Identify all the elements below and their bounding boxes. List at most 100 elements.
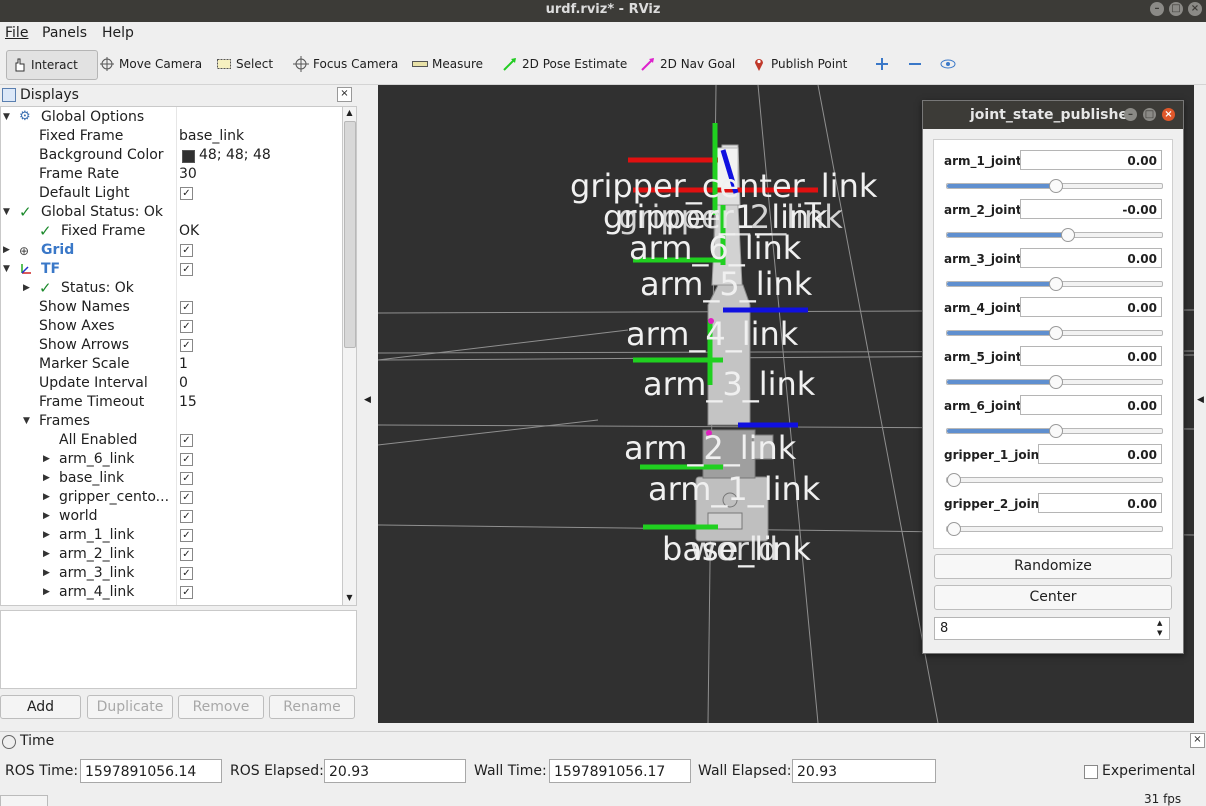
joint-value-field[interactable]: 0.00 (1020, 150, 1162, 170)
grid-checkbox[interactable]: ✓ (180, 244, 193, 257)
frame-checkbox[interactable]: ✓ (180, 453, 193, 466)
joint-value-field[interactable]: 0.00 (1038, 444, 1162, 464)
publish-point-tool-button[interactable]: Publish Point (747, 50, 851, 78)
wall-time-field[interactable]: 1597891056.17 (549, 759, 691, 783)
move-camera-tool-button[interactable]: Move Camera (95, 50, 206, 78)
frame-checkbox[interactable]: ✓ (180, 472, 193, 485)
tree-row-update-interval[interactable]: Update Interval 0 (1, 374, 342, 393)
collapse-arrow-icon[interactable]: ▶ (43, 450, 50, 469)
tree-row-default-light[interactable]: Default Light ✓ (1, 184, 342, 203)
tree-row-marker-scale[interactable]: Marker Scale 1 (1, 355, 342, 374)
tree-row-frame[interactable]: ▶ arm_2_link ✓ (1, 545, 342, 564)
color-swatch[interactable] (182, 150, 195, 163)
all-enabled-checkbox[interactable]: ✓ (180, 434, 193, 447)
spin-up-icon[interactable]: ▲ (1157, 618, 1162, 628)
left-splitter[interactable]: ◀ (357, 85, 378, 723)
tree-row-frames[interactable]: ▼ Frames (1, 412, 342, 431)
tree-scrollbar[interactable]: ▲ ▼ (342, 106, 357, 606)
close-icon[interactable]: × (1162, 108, 1175, 121)
tree-row-frame[interactable]: ▶ arm_3_link ✓ (1, 564, 342, 583)
joint-value-field[interactable]: 0.00 (1020, 297, 1162, 317)
expand-arrow-icon[interactable]: ▼ (3, 260, 10, 279)
fixed-frame-value[interactable]: base_link (179, 127, 244, 146)
joint-slider-handle[interactable] (947, 473, 961, 487)
ros-elapsed-field[interactable]: 20.93 (324, 759, 466, 783)
tree-row-frame[interactable]: ▶ gripper_cento... ✓ (1, 488, 342, 507)
joint-value-field[interactable]: 0.00 (1020, 248, 1162, 268)
reset-button[interactable] (0, 795, 48, 806)
joint-slider[interactable] (946, 473, 1163, 487)
tree-row-tf[interactable]: ▼ TF ✓ (1, 260, 342, 279)
tree-row-grid[interactable]: ▶ ⊕ Grid ✓ (1, 241, 342, 260)
tree-row-frame-timeout[interactable]: Frame Timeout 15 (1, 393, 342, 412)
tree-row-frame[interactable]: ▶ base_link ✓ (1, 469, 342, 488)
joint-slider-handle[interactable] (1048, 326, 1063, 340)
interact-tool-button[interactable]: Interact (6, 50, 98, 80)
collapse-arrow-icon[interactable]: ▶ (3, 241, 10, 260)
frame-checkbox[interactable]: ✓ (180, 586, 193, 599)
view-options-button[interactable] (936, 50, 960, 78)
focus-camera-tool-button[interactable]: Focus Camera (289, 50, 402, 78)
experimental-checkbox[interactable] (1084, 765, 1098, 779)
add-tool-button[interactable] (870, 50, 894, 78)
tree-row-background-color[interactable]: Background Color 48; 48; 48 (1, 146, 342, 165)
collapse-arrow-icon[interactable]: ▶ (43, 507, 50, 526)
show-axes-checkbox[interactable]: ✓ (180, 320, 193, 333)
measure-tool-button[interactable]: Measure (408, 50, 487, 78)
collapse-arrow-icon[interactable]: ▶ (23, 279, 30, 298)
joint-slider-handle[interactable] (1061, 228, 1076, 242)
frame-checkbox[interactable]: ✓ (180, 529, 193, 542)
tree-row-show-names[interactable]: Show Names ✓ (1, 298, 342, 317)
spinbox[interactable]: 8 ▲ ▼ (934, 617, 1170, 640)
joint-slider[interactable] (946, 277, 1163, 291)
joint-slider-handle[interactable] (947, 522, 961, 536)
collapse-arrow-icon[interactable]: ▶ (43, 488, 50, 507)
frame-checkbox[interactable]: ✓ (180, 491, 193, 504)
panel-close-icon[interactable]: × (337, 87, 352, 102)
collapse-arrow-icon[interactable]: ▶ (43, 526, 50, 545)
joint-slider[interactable] (946, 179, 1163, 193)
show-arrows-checkbox[interactable]: ✓ (180, 339, 193, 352)
joint-slider[interactable] (946, 375, 1163, 389)
background-color-value[interactable]: 48; 48; 48 (199, 146, 271, 165)
nav-goal-tool-button[interactable]: 2D Nav Goal (636, 50, 739, 78)
remove-tool-button[interactable] (903, 50, 927, 78)
tree-row-show-axes[interactable]: Show Axes ✓ (1, 317, 342, 336)
right-splitter[interactable]: ◀ (1194, 85, 1206, 723)
joint-slider-handle[interactable] (1048, 179, 1063, 193)
default-light-checkbox[interactable]: ✓ (180, 187, 193, 200)
tree-row-global-status[interactable]: ▼ ✓ Global Status: Ok (1, 203, 342, 222)
tree-row-global-options[interactable]: ▼ ⚙ Global Options (1, 108, 342, 127)
maximize-icon[interactable]: □ (1169, 2, 1183, 16)
joint-slider-handle[interactable] (1048, 424, 1063, 438)
tree-row-frame[interactable]: ▶ arm_1_link ✓ (1, 526, 342, 545)
select-tool-button[interactable]: Select (212, 50, 277, 78)
rename-button[interactable]: Rename (269, 695, 355, 719)
tree-row-frame-rate[interactable]: Frame Rate 30 (1, 165, 342, 184)
randomize-button[interactable]: Randomize (934, 554, 1172, 579)
collapse-arrow-icon[interactable]: ▶ (43, 469, 50, 488)
frame-checkbox[interactable]: ✓ (180, 567, 193, 580)
menu-help[interactable]: Help (102, 25, 134, 41)
joint-value-field[interactable]: 0.00 (1020, 346, 1162, 366)
joint-slider[interactable] (946, 424, 1163, 438)
center-button[interactable]: Center (934, 585, 1172, 610)
scroll-down-icon[interactable]: ▼ (343, 592, 356, 604)
joint-value-field[interactable]: -0.00 (1020, 199, 1162, 219)
joint-slider-handle[interactable] (1048, 277, 1063, 291)
joint-slider[interactable] (946, 522, 1163, 536)
scroll-thumb[interactable] (344, 121, 356, 348)
ros-time-field[interactable]: 1597891056.14 (80, 759, 222, 783)
wall-elapsed-field[interactable]: 20.93 (792, 759, 936, 783)
joint-state-publisher-window[interactable]: joint_state_publisher – □ × arm_1_joint 0… (922, 100, 1184, 654)
panel-close-icon[interactable]: × (1190, 733, 1205, 748)
tree-row-frame[interactable]: ▶ world ✓ (1, 507, 342, 526)
tree-row-show-arrows[interactable]: Show Arrows ✓ (1, 336, 342, 355)
expand-arrow-icon[interactable]: ▼ (3, 203, 10, 222)
tree-row-frame[interactable]: ▶ arm_4_link ✓ (1, 583, 342, 602)
tree-row-frame[interactable]: ▶ arm_6_link ✓ (1, 450, 342, 469)
collapse-left-icon[interactable]: ◀ (364, 395, 371, 405)
show-names-checkbox[interactable]: ✓ (180, 301, 193, 314)
pose-estimate-tool-button[interactable]: 2D Pose Estimate (498, 50, 631, 78)
joint-value-field[interactable]: 0.00 (1020, 395, 1162, 415)
